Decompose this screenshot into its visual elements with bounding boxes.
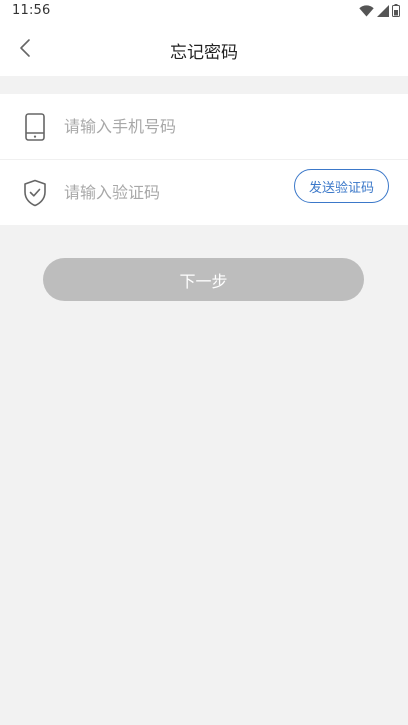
- battery-icon: [392, 2, 400, 21]
- cellular-signal-icon: [377, 2, 389, 21]
- shield-check-icon: [22, 178, 48, 208]
- code-row: 发送验证码: [0, 160, 408, 225]
- phone-icon: [22, 112, 48, 142]
- wifi-icon: [359, 2, 374, 21]
- status-time: 11:56: [12, 3, 51, 18]
- form-card: 发送验证码: [0, 94, 408, 225]
- verification-code-input[interactable]: [64, 176, 274, 208]
- send-code-button[interactable]: 发送验证码: [294, 169, 389, 203]
- next-step-button[interactable]: 下一步: [43, 258, 364, 301]
- nav-bar: 忘记密码: [0, 24, 408, 76]
- status-bar: 11:56: [0, 0, 408, 24]
- page-title: 忘记密码: [170, 43, 238, 63]
- status-icons: [359, 2, 400, 21]
- phone-input[interactable]: [64, 110, 284, 142]
- phone-row: [0, 94, 408, 159]
